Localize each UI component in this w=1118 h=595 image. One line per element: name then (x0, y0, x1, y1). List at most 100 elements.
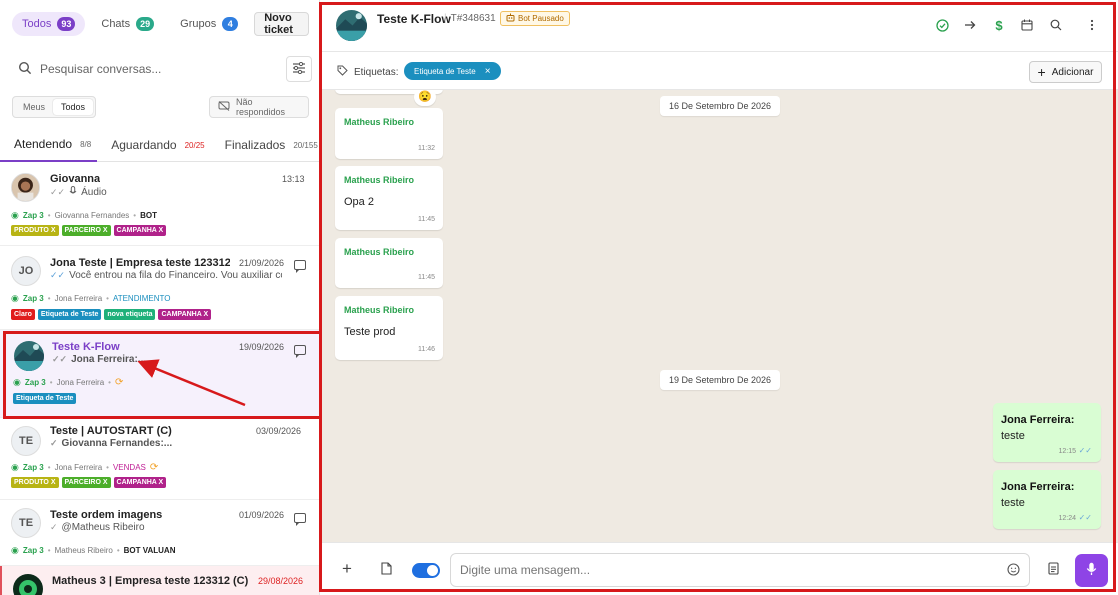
avatar[interactable] (336, 10, 367, 41)
tag: Claro (11, 309, 35, 320)
message-time: 12:15 (1058, 448, 1076, 455)
avatar: TE (11, 508, 41, 538)
conversation-item[interactable]: Giovanna 13:13 ✓✓ Áudio ◉ Zap 3 • Giovan… (0, 163, 319, 246)
agent-name: Giovanna Fernandes (54, 211, 130, 220)
conversation-meta: ◉ Zap 3 • Jona Ferreira • VENDAS ⟳ (11, 462, 159, 473)
conversation-item[interactable]: TE Teste | AUTOSTART (C) 03/09/2026 ✓ Gi… (0, 418, 319, 500)
conversation-item-selected[interactable]: Teste K-Flow 19/09/2026 ✓✓ Jona Ferreira… (0, 330, 319, 418)
agent-name: Jona Ferreira (54, 463, 103, 472)
tab-atendendo[interactable]: Atendendo 8/8 (0, 128, 98, 162)
label-chip[interactable]: Etiqueta de Teste × (404, 62, 501, 80)
record-audio-button[interactable] (1075, 554, 1108, 587)
double-check-icon: ✓✓ (50, 187, 66, 197)
avatar (13, 574, 43, 595)
preview-text: @Matheus Ribeiro (61, 522, 145, 533)
toggle-meus[interactable]: Meus (15, 99, 53, 115)
message-area[interactable]: 😧 16 De Setembro De 2026 Matheus Ribeiro… (320, 90, 1118, 542)
search-input[interactable]: Pesquisar conversas... (8, 50, 278, 88)
search-icon[interactable] (1049, 18, 1063, 32)
message-time: 11:45 (418, 216, 435, 223)
filter-chats[interactable]: Chats 29 (91, 12, 164, 36)
conversation-item[interactable]: JO Jona Teste | Empresa teste 123312 (C)… (0, 246, 319, 330)
double-check-icon: ✓✓ (1078, 446, 1092, 455)
chat-bubble-icon[interactable] (294, 260, 306, 273)
unanswered-filter-button[interactable]: Não respondidos (209, 96, 309, 118)
search-placeholder: Pesquisar conversas... (40, 62, 162, 76)
tag-list: PRODUTO X PARCEIRO X CAMPANHA X (11, 477, 167, 488)
message-input[interactable] (450, 553, 1030, 587)
filter-todos-count: 93 (57, 17, 76, 31)
tab-finalizados[interactable]: Finalizados 20/155 (211, 128, 319, 162)
date-separator: 19 De Setembro De 2026 (660, 370, 781, 390)
message-bubble[interactable]: Matheus Ribeiro Opa 2 11:45 (335, 166, 443, 230)
sync-icon: ⟳ (114, 377, 124, 388)
tag-list: Claro Etiqueta de Teste nova etiqueta CA… (11, 309, 212, 320)
bot-badge-label: Bot Pausado (518, 14, 564, 23)
check-icon: ✓ (50, 522, 58, 532)
message-bubble-outgoing[interactable]: Jona Ferreira: teste 12:24 ✓✓ (993, 470, 1101, 529)
whatsapp-icon: ◉ (11, 210, 19, 220)
filter-grupos-count: 4 (222, 17, 239, 31)
tag: Etiqueta de Teste (13, 393, 77, 404)
signature-toggle[interactable] (412, 563, 440, 578)
tag: PRODUTO X (11, 477, 59, 488)
conversation-meta: ◉ Zap 3 • Jona Ferreira • ATENDIMENTO (11, 293, 171, 303)
date-separator: 16 De Setembro De 2026 (660, 96, 781, 116)
message-text: Teste prod (344, 326, 396, 338)
connection-name: Zap 3 (22, 546, 44, 555)
message-sender: Matheus Ribeiro (344, 305, 415, 315)
whatsapp-icon: ◉ (13, 377, 21, 387)
search-icon (18, 61, 32, 78)
chat-bubble-icon[interactable] (294, 513, 306, 526)
double-check-icon: ✓✓ (50, 270, 66, 280)
status-tabs: Atendendo 8/8 Aguardando 20/25 Finalizad… (0, 128, 319, 162)
close-icon[interactable]: × (485, 66, 491, 77)
message-sender: Matheus Ribeiro (344, 117, 415, 127)
tab-atendendo-count: 8/8 (80, 139, 92, 149)
document-icon[interactable] (1048, 562, 1059, 578)
conversation-name: Giovanna (50, 173, 101, 185)
chat-bubble-icon[interactable] (294, 345, 306, 358)
conversation-time: 13:13 (282, 174, 305, 184)
calendar-icon[interactable] (1020, 18, 1034, 32)
plus-icon[interactable]: + (342, 559, 352, 579)
message-time: 11:45 (418, 274, 435, 281)
filter-todos-label: Todos (22, 18, 52, 30)
tag-list: Etiqueta de Teste (13, 393, 77, 404)
attach-icon[interactable] (381, 562, 392, 578)
message-time: 11:46 (418, 346, 435, 353)
conversation-meta: ◉ Zap 3 • Matheus Ribeiro • BOT VALUAN (11, 545, 176, 555)
dollar-icon[interactable]: $ (992, 18, 1006, 33)
conversation-preview: ✓ @Matheus Ribeiro (50, 522, 145, 533)
message-bubble[interactable]: Matheus Ribeiro Teste prod 11:46 (335, 296, 443, 360)
arrow-right-icon[interactable] (963, 18, 977, 32)
toggle-todos[interactable]: Todos (53, 99, 94, 115)
conversation-name: Matheus 3 | Empresa teste 123312 (C) (52, 575, 249, 587)
new-ticket-button[interactable]: Novo ticket (254, 12, 309, 36)
tag: CAMPANHA X (113, 477, 167, 488)
filter-grupos[interactable]: Grupos 4 (170, 12, 248, 36)
filter-settings-button[interactable] (286, 56, 312, 82)
sync-icon: ⟳ (149, 462, 159, 473)
conversation-meta: ◉ Zap 3 • Giovanna Fernandes • BOT (11, 210, 157, 220)
kebab-icon[interactable] (1085, 18, 1099, 32)
message-time: 11:32 (418, 145, 435, 152)
message-bubble[interactable]: Matheus Ribeiro 11:32 (335, 108, 443, 159)
check-circle-icon[interactable] (935, 18, 949, 32)
conversation-item[interactable]: TE Teste ordem imagens 01/09/2026 ✓ @Mat… (0, 500, 319, 566)
double-check-icon: ✓✓ (52, 354, 68, 364)
filter-row: Todos 93 Chats 29 Grupos 4 Novo ticket (12, 12, 309, 36)
preview-text: Giovanna Fernandes:... (61, 438, 173, 449)
message-time: 12:24 (1058, 515, 1076, 522)
conversation-meta: ◉ Zap 3 • Jona Ferreira • ⟳ (13, 377, 124, 388)
emoji-icon[interactable] (1007, 563, 1020, 579)
owner-toggle: Meus Todos (12, 96, 97, 118)
tab-aguardando[interactable]: Aguardando 20/25 (97, 128, 210, 162)
tag: CAMPANHA X (113, 225, 167, 236)
filter-todos[interactable]: Todos 93 (12, 12, 86, 36)
message-bubble-outgoing[interactable]: Jona Ferreira: teste 12:15 ✓✓ (993, 403, 1101, 462)
message-bubble[interactable]: Matheus Ribeiro 11:45 (335, 238, 443, 288)
connection-name: Zap 3 (22, 211, 44, 220)
conversation-item[interactable]: Matheus 3 | Empresa teste 123312 (C) 29/… (0, 566, 319, 595)
add-label-button[interactable]: + Adicionar (1029, 61, 1102, 83)
